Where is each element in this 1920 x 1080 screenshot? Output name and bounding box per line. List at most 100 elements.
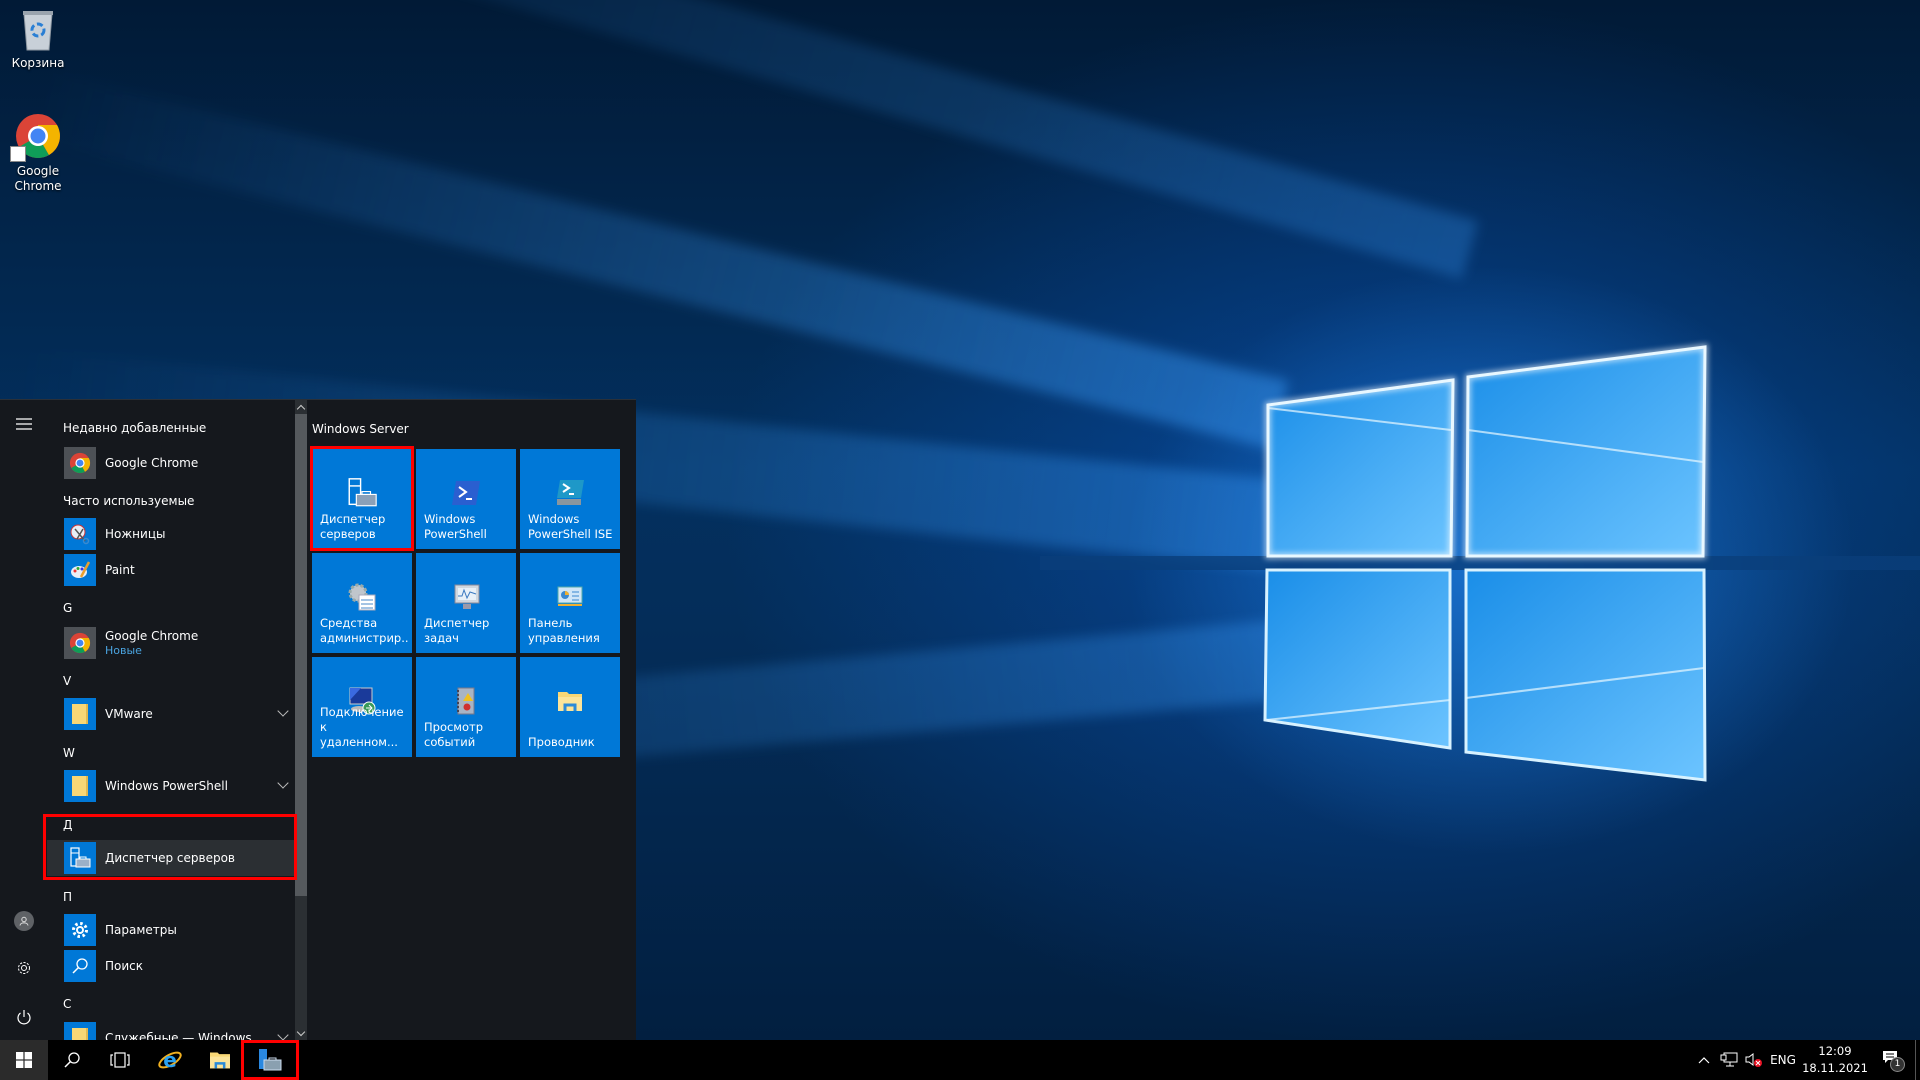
taskbar-file-explorer[interactable] xyxy=(196,1040,244,1080)
clock-time: 12:09 xyxy=(1818,1044,1852,1058)
chevron-down-icon[interactable] xyxy=(277,705,289,717)
gear-icon xyxy=(17,962,30,974)
language-indicator[interactable]: ENG xyxy=(1768,1040,1798,1080)
tile-task-manager[interactable]: Диспетчер задач xyxy=(416,553,516,653)
app-list-scrollbar[interactable] xyxy=(295,400,307,1041)
app-folder-vmware[interactable]: VMware xyxy=(47,696,295,732)
svg-text:e: e xyxy=(163,1048,177,1072)
desktop-icon-google-chrome[interactable]: Google Chrome xyxy=(0,112,76,194)
volume-button[interactable] xyxy=(1743,1040,1765,1080)
chevron-up-icon xyxy=(1698,1057,1710,1064)
folder-icon xyxy=(64,698,96,730)
desktop-icon-recycle-bin[interactable]: Корзина xyxy=(0,8,76,71)
app-item-label: Диспетчер серверов xyxy=(105,851,235,865)
settings-button[interactable] xyxy=(0,948,47,988)
app-item-label: Google Chrome xyxy=(105,456,199,470)
tile-windows-powershell-ise[interactable]: Windows PowerShell ISE xyxy=(520,449,620,549)
start-button[interactable] xyxy=(0,1040,48,1080)
tile-file-explorer[interactable]: Проводник xyxy=(520,657,620,757)
app-list: Недавно добавленные Google Chrome Часто … xyxy=(47,400,295,1041)
shortcut-arrow-icon xyxy=(10,146,26,162)
tile-administrative-tools[interactable]: Средства администрир... xyxy=(312,553,412,653)
server-manager-icon xyxy=(64,842,96,874)
tile-control-panel[interactable]: Панель управления xyxy=(520,553,620,653)
section-header-s: С xyxy=(63,997,72,1011)
powershell-icon xyxy=(446,475,486,511)
tile-label: Диспетчер задач xyxy=(424,616,490,645)
app-item-server-manager[interactable]: Диспетчер серверов xyxy=(47,840,295,876)
app-item-label: Paint xyxy=(105,563,135,577)
chevron-down-icon[interactable] xyxy=(277,1029,289,1041)
section-header-frequent: Часто используемые xyxy=(63,494,195,508)
app-item-paint[interactable]: Paint xyxy=(47,552,295,588)
show-hidden-icons-button[interactable] xyxy=(1695,1040,1713,1080)
app-folder-windows-accessories[interactable]: Служебные — Windows xyxy=(47,1020,295,1041)
section-header-g: G xyxy=(63,601,73,615)
show-desktop-button[interactable] xyxy=(1915,1040,1916,1080)
app-item-search[interactable]: Поиск xyxy=(47,948,295,984)
app-item-snipping-tool[interactable]: Ножницы xyxy=(47,516,295,552)
powershell-ise-icon xyxy=(550,475,590,511)
internet-explorer-icon: e xyxy=(158,1048,182,1072)
paint-palette-icon xyxy=(64,554,96,586)
tile-group-title[interactable]: Windows Server xyxy=(312,422,409,436)
scissors-icon xyxy=(64,518,96,550)
app-item-google-chrome-recent[interactable]: Google Chrome xyxy=(47,445,295,481)
app-item-settings[interactable]: Параметры xyxy=(47,912,295,948)
taskbar: e ENG 12:09 18.11.2021 1 xyxy=(0,1040,1920,1080)
clock-date: 18.11.2021 xyxy=(1802,1061,1868,1075)
user-account-button[interactable] xyxy=(0,901,47,941)
app-item-label: Ножницы xyxy=(105,527,166,541)
user-avatar-icon xyxy=(13,911,34,931)
notification-count-badge: 1 xyxy=(1890,1057,1905,1072)
volume-muted-icon xyxy=(1745,1053,1762,1067)
taskbar-search-button[interactable] xyxy=(48,1040,96,1080)
recycle-bin-icon xyxy=(20,8,56,52)
tile-event-viewer[interactable]: Просмотр событий xyxy=(416,657,516,757)
chrome-shortcut-icon xyxy=(10,112,62,162)
expand-menu-button[interactable] xyxy=(0,404,47,444)
app-item-label: Google Chrome Новые xyxy=(105,629,198,657)
app-item-name: Google Chrome xyxy=(105,629,199,643)
admin-tools-icon xyxy=(342,579,382,615)
section-header-p: П xyxy=(63,890,73,904)
tile-remote-desktop[interactable]: Подключение к удаленном... xyxy=(312,657,412,757)
app-item-label: Windows PowerShell xyxy=(105,779,228,793)
section-header-v: V xyxy=(63,674,72,688)
tile-label: Средства администрир... xyxy=(320,616,408,645)
hamburger-icon xyxy=(15,418,32,430)
app-folder-windows-powershell[interactable]: Windows PowerShell xyxy=(47,768,295,804)
tile-server-manager[interactable]: Диспетчер серверов xyxy=(312,449,412,549)
search-icon xyxy=(64,1052,80,1068)
network-icon xyxy=(1720,1052,1738,1067)
tile-label: Windows PowerShell xyxy=(424,512,487,541)
settings-gear-icon xyxy=(64,914,96,946)
event-viewer-icon xyxy=(446,683,486,719)
scrollbar-thumb[interactable] xyxy=(295,414,307,896)
tile-label: Windows PowerShell ISE xyxy=(528,512,613,541)
control-panel-icon xyxy=(550,579,590,615)
app-item-google-chrome[interactable]: Google Chrome Новые xyxy=(47,623,295,663)
task-manager-icon xyxy=(446,579,486,615)
section-header-d: Д xyxy=(63,818,73,832)
power-button[interactable] xyxy=(0,997,47,1037)
taskbar-internet-explorer[interactable]: e xyxy=(146,1040,194,1080)
chevron-down-icon[interactable] xyxy=(277,777,289,789)
scroll-up-icon[interactable] xyxy=(296,404,306,414)
task-view-icon xyxy=(110,1052,130,1068)
file-explorer-icon xyxy=(210,1052,230,1069)
chrome-icon xyxy=(64,447,96,479)
chrome-icon xyxy=(64,627,96,659)
network-button[interactable] xyxy=(1718,1040,1740,1080)
file-explorer-icon xyxy=(550,683,590,719)
folder-icon xyxy=(64,1022,96,1041)
start-left-strip xyxy=(0,400,47,1041)
tile-windows-powershell[interactable]: Windows PowerShell xyxy=(416,449,516,549)
clock[interactable]: 12:09 18.11.2021 xyxy=(1800,1043,1870,1077)
task-view-button[interactable] xyxy=(96,1040,144,1080)
scroll-down-icon[interactable] xyxy=(296,1027,306,1037)
start-menu: Недавно добавленные Google Chrome Часто … xyxy=(0,399,636,1041)
app-item-label: Поиск xyxy=(105,959,144,973)
taskbar-server-manager[interactable] xyxy=(246,1040,294,1080)
action-center-button[interactable]: 1 xyxy=(1874,1040,1910,1080)
